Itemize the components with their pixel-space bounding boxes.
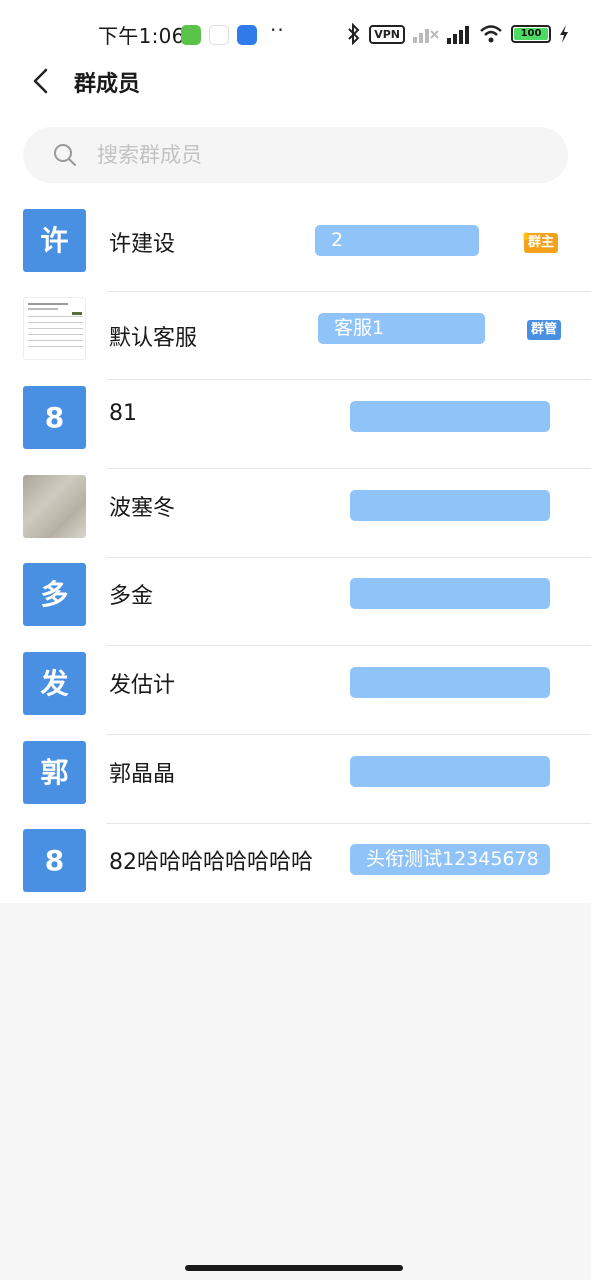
- member-name: 多金: [109, 584, 154, 609]
- document-thumbnail-icon: [24, 298, 85, 359]
- member-list: 许 许建设 2 ♛ 群主 默认客服 客服1 群管 8 81 波塞冬 多 多金 发…: [0, 204, 591, 903]
- avatar-image[interactable]: [23, 475, 86, 538]
- bluetooth-icon: [348, 23, 360, 45]
- search-icon: [54, 144, 76, 166]
- member-name: 81: [109, 401, 137, 426]
- divider: [106, 379, 591, 380]
- list-item[interactable]: 默认客服 客服1 群管: [0, 292, 591, 380]
- member-title-tag: 客服1: [318, 313, 485, 344]
- vpn-icon: VPN: [369, 24, 405, 44]
- search-input[interactable]: [97, 127, 537, 183]
- header: 群成员: [0, 58, 591, 106]
- list-item[interactable]: 许 许建设 2 ♛ 群主: [0, 204, 591, 292]
- divider: [106, 734, 591, 735]
- signal-weak-icon: [413, 29, 439, 43]
- wifi-icon: [480, 25, 502, 43]
- page-title: 群成员: [74, 72, 141, 97]
- member-name: 发估计: [109, 673, 176, 698]
- avatar[interactable]: 8: [23, 386, 86, 449]
- list-item[interactable]: 多 多金: [0, 558, 591, 646]
- member-title-tag: 头衔测试12345678: [350, 844, 550, 875]
- wechat-icon: [181, 25, 201, 45]
- member-title-tag: [350, 401, 550, 432]
- member-name: 许建设: [109, 232, 176, 257]
- charging-icon: [560, 25, 568, 43]
- member-name: 82哈哈哈哈哈哈哈哈: [109, 850, 313, 875]
- admin-badge: 群管: [527, 320, 562, 340]
- list-item[interactable]: 发 发估计: [0, 647, 591, 735]
- avatar[interactable]: 8: [23, 829, 86, 892]
- search-bar[interactable]: [23, 127, 568, 183]
- member-title-tag: [350, 667, 550, 698]
- avatar[interactable]: 郭: [23, 741, 86, 804]
- more-notifications-icon: ··: [270, 18, 285, 42]
- member-title-tag: [350, 578, 550, 609]
- list-item[interactable]: 波塞冬: [0, 470, 591, 558]
- top-panel: 下午1:06 ·· VPN 100 群成员: [0, 0, 591, 204]
- list-item[interactable]: 郭 郭晶晶: [0, 736, 591, 824]
- back-arrow-icon[interactable]: [26, 64, 56, 98]
- avatar[interactable]: 多: [23, 563, 86, 626]
- member-name: 波塞冬: [109, 496, 176, 521]
- status-time: 下午1:06: [98, 24, 185, 48]
- member-title-tag: [350, 756, 550, 787]
- app-icon: [209, 25, 229, 45]
- list-item[interactable]: 8 81: [0, 381, 591, 469]
- list-item[interactable]: 8 82哈哈哈哈哈哈哈哈 头衔测试12345678: [0, 824, 591, 912]
- member-name: 郭晶晶: [109, 762, 176, 787]
- home-indicator[interactable]: [185, 1265, 403, 1271]
- battery-icon: 100: [511, 25, 551, 43]
- divider: [106, 468, 591, 469]
- avatar-image[interactable]: [23, 297, 86, 360]
- crown-icon: ♛: [521, 230, 531, 243]
- app-icon-blue: [237, 25, 257, 45]
- status-bar: 下午1:06 ·· VPN 100: [0, 0, 591, 66]
- member-title-tag: 2: [315, 225, 479, 256]
- member-name: 默认客服: [109, 326, 198, 351]
- signal-icon: [447, 26, 469, 44]
- owner-badge: ♛ 群主: [521, 230, 559, 253]
- member-title-tag: [350, 490, 550, 521]
- status-icons: VPN 100: [347, 20, 569, 48]
- divider: [106, 645, 591, 646]
- avatar[interactable]: 发: [23, 652, 86, 715]
- avatar[interactable]: 许: [23, 209, 86, 272]
